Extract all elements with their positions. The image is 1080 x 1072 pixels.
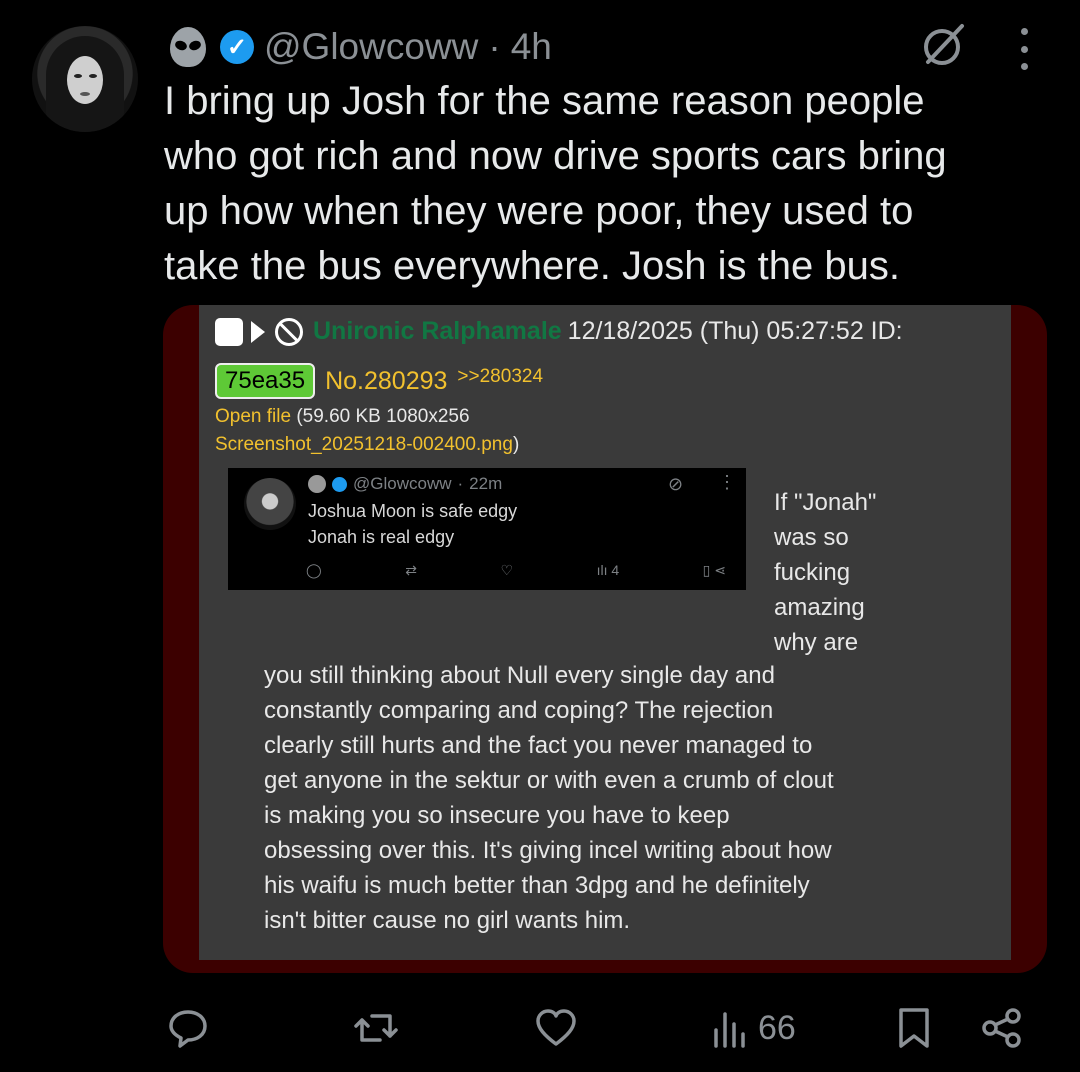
post-side-text: If "Jonah" was so fucking amazing why ar… [774, 489, 877, 656]
like-icon: ♡ [500, 562, 514, 578]
post-datetime: 12/18/2025 (Thu) 05:27:52 ID: [567, 317, 903, 345]
tweet-text: I bring up Josh for the same reason peop… [164, 79, 947, 288]
separator: · [488, 26, 501, 67]
screenshot-header: @Glowcoww · 22m [308, 474, 502, 494]
screenshot-separator: · [457, 474, 464, 493]
screenshot-text: Joshua Moon is safe edgy Jonah is real e… [308, 501, 518, 547]
share-icon [982, 1008, 1021, 1048]
screenshot-handle: @Glowcoww [353, 474, 452, 493]
poster-name: Unironic Ralphamale [313, 317, 562, 345]
tweet-header: ✓ @Glowcoww · 4h [166, 22, 552, 72]
alien-icon [308, 475, 326, 493]
post-number: No.280293 [325, 366, 448, 395]
checkbox-icon [215, 317, 243, 346]
bookmark-share-icons: ▯ ⋖ [702, 562, 726, 578]
grok-icon[interactable] [918, 20, 968, 70]
views-icon: ılı 4 [596, 562, 620, 578]
post-id-row: 75ea35 No.280293 >>280324 [215, 363, 543, 399]
bookmark-button[interactable] [896, 1000, 932, 1056]
more-icon: ⋮ [718, 472, 736, 492]
triangle-icon [251, 320, 265, 343]
screenshot-avatar [244, 478, 296, 530]
avatar[interactable] [32, 26, 138, 132]
like-button[interactable] [534, 1000, 578, 1056]
imageboard-post: Unironic Ralphamale 12/18/2025 (Thu) 05:… [199, 305, 1011, 960]
screenshot-actions: ◯ ⇄ ♡ ılı 4 ▯ ⋖ [306, 562, 726, 579]
reply-link: >>280324 [457, 366, 544, 387]
reply-icon [169, 1010, 207, 1048]
embedded-screenshot: @Glowcoww · 22m ⊘ ⋮ Joshua Moon is safe … [228, 468, 746, 590]
action-bar: 66 [0, 1000, 1080, 1056]
like-icon [536, 1009, 576, 1046]
verified-icon [332, 476, 347, 492]
tweet-media[interactable]: Unironic Ralphamale 12/18/2025 (Thu) 05:… [163, 305, 1047, 973]
file-name: Screenshot_20251218-002400.png [215, 434, 513, 455]
verified-icon: ✓ [220, 30, 254, 64]
id-badge: 75ea35 [215, 363, 316, 399]
post-body-text: you still thinking about Null every sing… [264, 662, 834, 934]
reply-button[interactable] [166, 1000, 210, 1056]
file-meta: (59.60 KB 1080x256 [291, 406, 470, 427]
hide-icon [275, 317, 303, 346]
views-button[interactable]: 66 [712, 1000, 796, 1056]
screenshot-views: 4 [611, 562, 620, 578]
retweet-icon [354, 1014, 398, 1042]
bookmark-icon [899, 1008, 929, 1048]
handle[interactable]: @Glowcoww [264, 26, 478, 68]
views-count: 66 [758, 1008, 796, 1047]
share-button[interactable] [980, 1000, 1024, 1056]
views-icon [714, 1012, 745, 1048]
file-close: ) [512, 434, 520, 455]
grok-icon: ⊘ [668, 474, 684, 494]
reply-icon: ◯ [306, 562, 322, 578]
retweet-button[interactable] [352, 1000, 400, 1056]
file-info: Open file (59.60 KB 1080x256 Screenshot_… [215, 403, 519, 459]
alien-icon [166, 25, 210, 69]
more-icon[interactable] [1014, 28, 1034, 70]
screenshot-time: 22m [469, 474, 503, 493]
retweet-icon: ⇄ [405, 562, 417, 578]
timestamp[interactable]: 4h [511, 26, 552, 68]
post-header: Unironic Ralphamale 12/18/2025 (Thu) 05:… [215, 317, 903, 346]
open-file-link: Open file [215, 406, 292, 427]
